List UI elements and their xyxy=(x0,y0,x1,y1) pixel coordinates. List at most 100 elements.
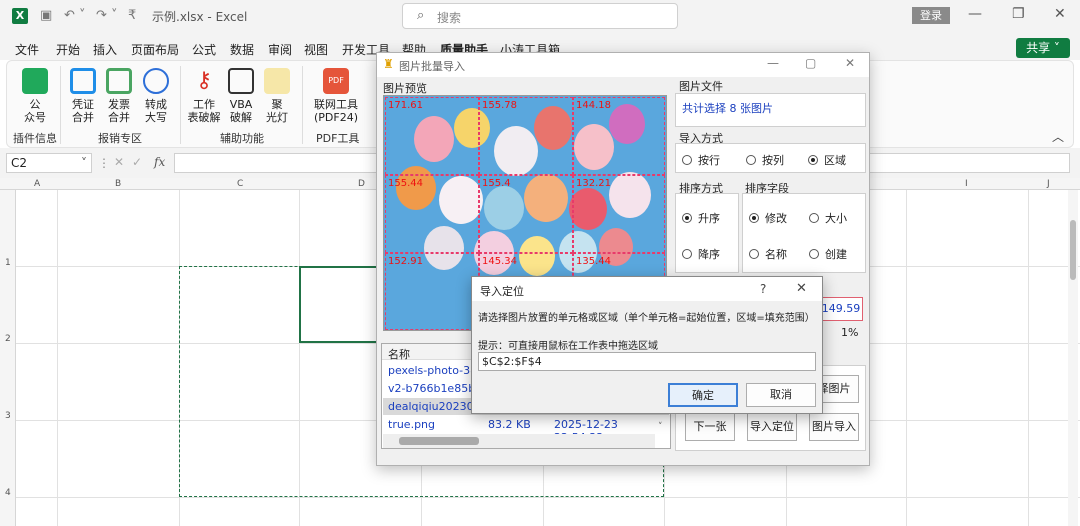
vertical-scrollbar[interactable] xyxy=(1068,190,1078,526)
row-header-2[interactable]: 2 xyxy=(5,334,11,344)
grid-line xyxy=(906,190,907,526)
tab-page-layout[interactable]: 页面布局 xyxy=(131,41,179,58)
row-header-4[interactable]: 4 xyxy=(5,488,11,498)
help-icon[interactable]: ? xyxy=(760,282,766,296)
restore-icon[interactable]: ❐ xyxy=(1012,6,1025,22)
list-item[interactable]: pexels-photo-38.. xyxy=(388,364,484,377)
import-locate-button[interactable]: 导入定位 xyxy=(747,413,797,441)
horizontal-scrollbar[interactable] xyxy=(383,434,655,448)
tab-file[interactable]: 文件 xyxy=(15,41,39,58)
radio-by-row[interactable]: 按行 xyxy=(682,152,720,168)
invoice-merge-button[interactable]: 发票 合并 xyxy=(104,68,134,124)
chevron-down-icon[interactable]: ˅ xyxy=(658,422,663,432)
image-import-button[interactable]: 图片导入 xyxy=(809,413,859,441)
column-header-a[interactable]: A xyxy=(34,179,40,189)
ribbon-label: 光灯 xyxy=(266,111,288,124)
pdf24-button[interactable]: PDF 联网工具 (PDF24) xyxy=(312,68,360,124)
row-header-3[interactable]: 3 xyxy=(5,411,11,421)
tab-view[interactable]: 视图 xyxy=(304,41,328,58)
range-input[interactable]: $C$2:$F$4 xyxy=(478,352,816,371)
grid-value: 155.4 xyxy=(482,178,511,189)
minimize-icon[interactable]: — xyxy=(767,56,779,70)
radio-created[interactable]: 创建 xyxy=(809,246,847,262)
row-header-1[interactable]: 1 xyxy=(5,258,11,268)
login-button[interactable]: 登录 xyxy=(912,7,950,24)
share-label: 共享 xyxy=(1026,41,1051,55)
row-header xyxy=(0,190,16,526)
sort-order-panel: 升序 降序 xyxy=(675,193,739,273)
ribbon-label: 联网工具 xyxy=(314,98,358,111)
tab-data[interactable]: 数据 xyxy=(230,41,254,58)
redo-icon[interactable]: ↷ ˅ xyxy=(96,8,118,24)
name-box[interactable]: C2 ˅ xyxy=(6,153,92,173)
file-summary: 共计选择 8 张图片 xyxy=(682,102,773,115)
grid-line xyxy=(16,497,1080,498)
radio-size[interactable]: 大小 xyxy=(809,210,847,226)
maximize-icon[interactable]: ▢ xyxy=(805,56,816,70)
close-icon[interactable]: ✕ xyxy=(845,56,855,70)
insert-function-icon[interactable]: fx xyxy=(154,155,165,169)
radio-dot xyxy=(682,155,692,165)
spotlight-button[interactable]: 聚 光灯 xyxy=(262,68,292,124)
list-header-name[interactable]: 名称 xyxy=(388,346,410,362)
enter-icon[interactable]: ✓ xyxy=(132,155,142,169)
radio-descending[interactable]: 降序 xyxy=(682,246,720,262)
vba-crack-button[interactable]: VBA 破解 xyxy=(226,68,256,124)
radio-dot-selected xyxy=(808,155,818,165)
customize-icon[interactable]: ₹ xyxy=(128,8,136,24)
radio-by-region[interactable]: 区域 xyxy=(808,152,846,168)
ribbon-label: 凭证 xyxy=(72,98,94,111)
radio-dot-selected xyxy=(749,213,759,223)
list-item-size: 83.2 KB xyxy=(488,418,531,431)
column-header-i[interactable]: I xyxy=(965,179,968,189)
import-locate-dialog: 导入定位 ? ✕ 请选择图片放置的单元格或区域（单个单元格=起始位置，区域=填充… xyxy=(471,276,823,414)
undo-icon[interactable]: ↶ ˅ xyxy=(64,8,86,24)
search-input[interactable]: ⌕ 搜索 xyxy=(402,3,678,29)
radio-name[interactable]: 名称 xyxy=(749,246,787,262)
import-mode-panel: 按行 按列 区域 xyxy=(675,143,866,173)
scrollbar-thumb[interactable] xyxy=(399,437,479,445)
radio-modified[interactable]: 修改 xyxy=(749,210,787,226)
sheet-crack-button[interactable]: ⚷ 工作 表破解 xyxy=(186,68,222,124)
window-title: 示例.xlsx - Excel xyxy=(152,10,248,24)
save-icon[interactable]: ▣ xyxy=(40,8,52,24)
key-icon: ⚷ xyxy=(195,68,213,93)
close-icon[interactable]: ✕ xyxy=(1054,6,1066,22)
tab-home[interactable]: 开始 xyxy=(56,41,80,58)
cancel-icon[interactable]: ✕ xyxy=(114,155,124,169)
search-placeholder: 搜索 xyxy=(437,11,462,25)
grid-value: 144.18 xyxy=(576,100,611,111)
tab-review[interactable]: 审阅 xyxy=(268,41,292,58)
minimize-icon[interactable]: — xyxy=(968,6,982,22)
column-header-j[interactable]: J xyxy=(1047,179,1050,189)
next-image-button[interactable]: 下一张 xyxy=(685,413,735,441)
tab-insert[interactable]: 插入 xyxy=(93,41,117,58)
grid-value: 132.21 xyxy=(576,178,611,189)
share-button[interactable]: 共享 ˅ xyxy=(1016,38,1070,58)
scrollbar-thumb[interactable] xyxy=(1070,220,1076,280)
group-label-plugin-info: 插件信息 xyxy=(13,132,57,145)
to-uppercase-button[interactable]: 转成 大写 xyxy=(141,68,171,124)
grid-value: 155.44 xyxy=(388,178,423,189)
spotlight-icon xyxy=(264,68,290,94)
list-item[interactable]: true.png xyxy=(388,418,435,431)
radio-by-column[interactable]: 按列 xyxy=(746,152,784,168)
column-header-c[interactable]: C xyxy=(237,179,243,189)
tab-formulas[interactable]: 公式 xyxy=(192,41,216,58)
file-summary-panel: 共计选择 8 张图片 xyxy=(675,93,866,127)
radio-label: 创建 xyxy=(825,248,847,261)
radio-label: 升序 xyxy=(698,212,720,225)
radio-ascending[interactable]: 升序 xyxy=(682,210,720,226)
official-account-button[interactable]: 公 众号 xyxy=(20,68,50,124)
group-label-reimbursement: 报销专区 xyxy=(98,132,142,145)
dialog-title: 图片批量导入 xyxy=(399,60,465,73)
column-header-d[interactable]: D xyxy=(358,179,365,189)
cancel-button[interactable]: 取消 xyxy=(746,383,816,407)
close-icon[interactable]: ✕ xyxy=(796,281,807,296)
column-header-b[interactable]: B xyxy=(115,179,121,189)
ok-button[interactable]: 确定 xyxy=(668,383,738,407)
collapse-ribbon-icon[interactable]: ︿ xyxy=(1052,128,1064,145)
voucher-merge-button[interactable]: 凭证 合并 xyxy=(68,68,98,124)
grid-value: 135.44 xyxy=(576,256,611,267)
radio-label: 名称 xyxy=(765,248,787,261)
